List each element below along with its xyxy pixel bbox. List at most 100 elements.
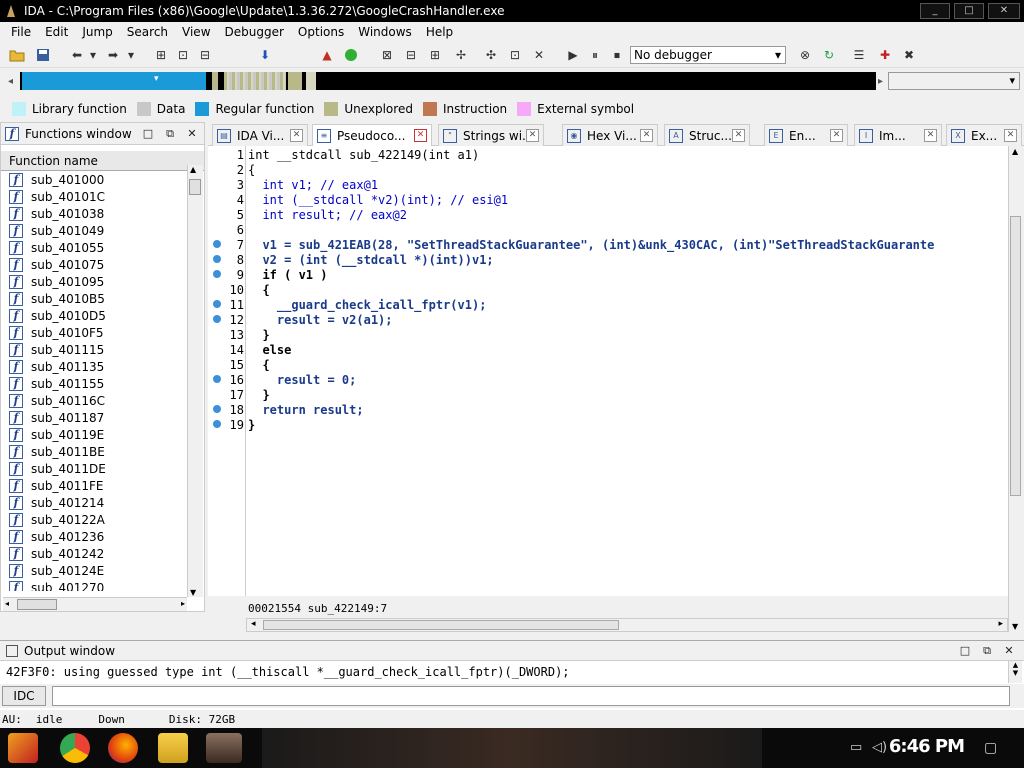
function-list-item[interactable]: f sub_401270 — [1, 579, 204, 591]
delete-icon[interactable]: ✕ — [530, 46, 548, 64]
column-header-function-name[interactable]: Function name — [1, 151, 204, 171]
scroll-down-icon[interactable]: ▼ — [1012, 622, 1018, 631]
menu-search[interactable]: Search — [120, 25, 175, 39]
panel-close-icon[interactable]: ✕ — [1002, 644, 1016, 658]
function-list-item[interactable]: f sub_401049 — [1, 222, 204, 239]
function-icon[interactable]: ⊡ — [506, 46, 524, 64]
xref-icon[interactable]: ✢ — [452, 46, 470, 64]
tab-close-icon[interactable]: ✕ — [732, 129, 745, 142]
pause-icon[interactable]: ⏸ — [586, 46, 604, 64]
segment-icon[interactable]: ⊠ — [378, 46, 396, 64]
maximize-button[interactable]: □ — [954, 3, 984, 19]
menu-jump[interactable]: Jump — [75, 25, 119, 39]
nav-band-bar[interactable]: ▾ — [20, 72, 876, 90]
function-list-item[interactable]: f sub_4010B5 — [1, 290, 204, 307]
refresh-icon[interactable]: ↻ — [820, 46, 838, 64]
code-line[interactable]: __guard_check_icall_fptr(v1); — [248, 298, 487, 312]
scroll-down-icon[interactable]: ▼ — [190, 588, 196, 597]
function-list-item[interactable]: f sub_401214 — [1, 494, 204, 511]
function-list-item[interactable]: f sub_401187 — [1, 409, 204, 426]
scroll-right-icon[interactable]: ▸ — [181, 599, 185, 608]
panel-float-icon[interactable]: □ — [958, 644, 972, 658]
function-list-item[interactable]: f sub_401038 — [1, 205, 204, 222]
forward-icon[interactable]: ➡ — [104, 46, 122, 64]
output-log[interactable]: 42F3F0: using guessed type int (__thisca… — [0, 661, 1024, 683]
output-vscroll[interactable]: ▲ ▼ — [1008, 661, 1022, 683]
code-line[interactable]: int result; // eax@2 — [248, 208, 407, 222]
hscroll-thumb[interactable] — [17, 599, 57, 610]
function-list-vscroll[interactable]: ▲ ▼ — [187, 165, 203, 597]
code-line[interactable]: { — [248, 358, 269, 372]
function-list-item[interactable]: f sub_40101C — [1, 188, 204, 205]
hscroll-thumb[interactable] — [263, 620, 619, 630]
function-list-item[interactable]: f sub_401055 — [1, 239, 204, 256]
firefox-icon[interactable] — [108, 733, 138, 763]
function-list-item[interactable]: f sub_40122A — [1, 511, 204, 528]
close-button[interactable]: ✕ — [988, 3, 1020, 19]
chevron-down-icon[interactable]: ▾ — [84, 46, 102, 64]
code-vscroll[interactable]: ▲ ▼ — [1008, 146, 1022, 632]
tab-close-icon[interactable]: ✕ — [924, 129, 937, 142]
save-icon[interactable] — [34, 46, 52, 64]
scroll-left-icon[interactable]: ◂ — [5, 599, 9, 608]
play-icon[interactable]: ▶ — [564, 46, 582, 64]
menu-file[interactable]: File — [4, 25, 38, 39]
code-line[interactable]: if ( v1 ) — [248, 268, 327, 282]
stop-icon[interactable]: ⏹ — [608, 46, 626, 64]
code-line[interactable]: else — [248, 343, 291, 357]
menu-windows[interactable]: Windows — [351, 25, 419, 39]
jump-down-icon[interactable]: ⬇ — [256, 46, 274, 64]
navigation-band[interactable]: ◂ ▾ ▸ ▾ — [0, 68, 1024, 94]
binary-search-icon[interactable]: ⊞ — [152, 46, 170, 64]
patch-icon[interactable]: ✣ — [482, 46, 500, 64]
clock[interactable]: 6:46 PM — [889, 736, 965, 757]
chevron-down-icon[interactable]: ▾ — [122, 46, 140, 64]
code-line[interactable]: } — [248, 388, 269, 402]
ida-taskbar-icon[interactable] — [206, 733, 242, 763]
code-line[interactable]: int __stdcall sub_422149(int a1) — [248, 148, 479, 162]
function-list-item[interactable]: f sub_401075 — [1, 256, 204, 273]
panel-restore-icon[interactable]: ⧉ — [163, 127, 177, 141]
debugger-select[interactable]: No debugger ▾ — [630, 46, 786, 64]
panel-float-icon[interactable]: □ — [141, 127, 155, 141]
tab-close-icon[interactable]: ✕ — [640, 129, 653, 142]
code-line[interactable]: return result; — [248, 403, 363, 417]
menu-debugger[interactable]: Debugger — [218, 25, 291, 39]
minimize-button[interactable]: _ — [920, 3, 950, 19]
open-folder-icon[interactable] — [8, 46, 26, 64]
code-line[interactable]: v2 = (int (__stdcall *)(int))v1; — [248, 253, 493, 267]
menu-view[interactable]: View — [175, 25, 217, 39]
enum-icon[interactable]: ⊞ — [426, 46, 444, 64]
function-list-hscroll[interactable]: ◂ ▸ — [3, 597, 187, 611]
file-explorer-icon[interactable] — [158, 733, 188, 763]
nav-left-arrow-icon[interactable]: ◂ — [8, 76, 14, 87]
menu-help[interactable]: Help — [419, 25, 460, 39]
function-list-item[interactable]: f sub_4011BE — [1, 443, 204, 460]
scroll-up-icon[interactable]: ▲ — [1009, 661, 1022, 669]
code-line[interactable]: result = v2(a1); — [248, 313, 393, 327]
tab-enums[interactable]: E En... ✕ — [764, 124, 848, 146]
notifications-icon[interactable]: ▢ — [984, 740, 997, 756]
function-list-item[interactable]: f sub_4011FE — [1, 477, 204, 494]
text-search-icon[interactable]: ⊡ — [174, 46, 192, 64]
tab-close-icon[interactable]: ✕ — [414, 129, 427, 142]
function-list-item[interactable]: f sub_401000 — [1, 171, 204, 188]
tab-close-icon[interactable]: ✕ — [830, 129, 843, 142]
remove-breakpoint-icon[interactable]: ✖ — [900, 46, 918, 64]
scroll-right-icon[interactable]: ▸ — [998, 619, 1003, 629]
tab-close-icon[interactable]: ✕ — [290, 129, 303, 142]
tab-imports[interactable]: I Im... ✕ — [854, 124, 942, 146]
function-list-item[interactable]: f sub_401155 — [1, 375, 204, 392]
tab-close-icon[interactable]: ✕ — [1004, 129, 1017, 142]
volume-icon[interactable]: ◁) — [872, 740, 887, 755]
nav-right-arrow-icon[interactable]: ▸ — [878, 76, 883, 87]
function-list-item[interactable]: f sub_40116C — [1, 392, 204, 409]
code-line[interactable]: result = 0; — [248, 373, 356, 387]
tab-structures[interactable]: A Struc... ✕ — [664, 124, 750, 146]
function-list-item[interactable]: f sub_401242 — [1, 545, 204, 562]
tab-ida-view[interactable]: ▤ IDA Vi... ✕ — [212, 124, 308, 146]
start-button[interactable] — [8, 733, 38, 763]
idc-button[interactable]: IDC — [2, 686, 46, 706]
pseudocode-view[interactable]: int __stdcall sub_422149(int a1) { int v… — [246, 146, 1008, 596]
tab-pseudocode[interactable]: ≡ Pseudoco... ✕ — [312, 124, 432, 146]
